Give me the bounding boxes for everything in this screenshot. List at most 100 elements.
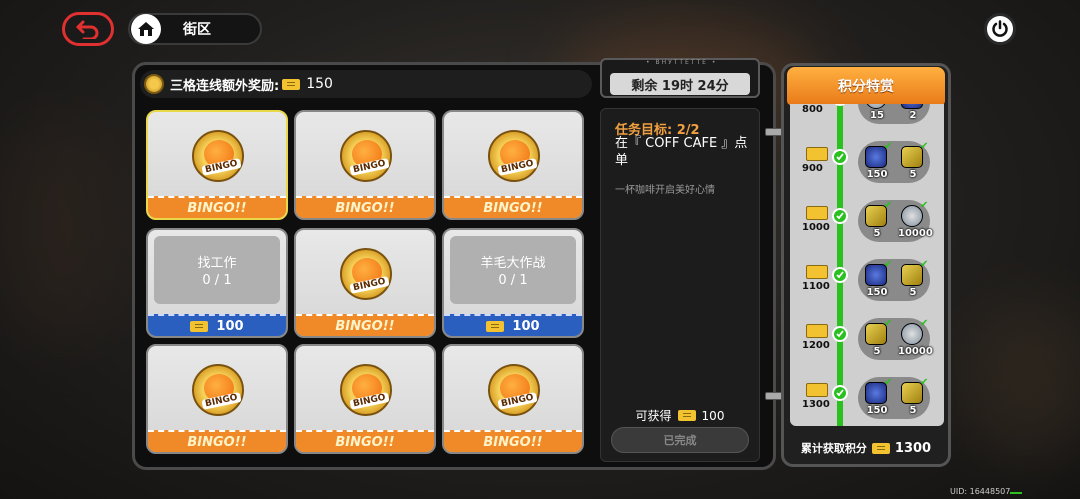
background-glow xyxy=(960,300,1080,460)
background-glow xyxy=(0,120,120,340)
reward-item: ✔ 10000 xyxy=(898,318,933,358)
time-remaining: 剩余 19时 24分 xyxy=(610,73,750,95)
back-button[interactable] xyxy=(62,12,114,46)
claimed-check-icon: ✔ xyxy=(884,259,893,270)
claimed-check-icon: ✔ xyxy=(884,318,893,329)
bingo-label: BINGO!! xyxy=(296,196,434,218)
power-icon xyxy=(992,20,1008,37)
points-reward-title: 积分特赏 xyxy=(787,67,945,105)
claimed-check-icon: ✔ xyxy=(920,200,929,211)
ticket-icon xyxy=(871,442,890,454)
check-icon xyxy=(832,326,848,342)
check-icon xyxy=(832,104,848,106)
total-points-row: 累计获取积分 1300 xyxy=(787,440,945,456)
ticket-icon xyxy=(806,206,828,220)
line-bonus-bar: 三格连线额外奖励: 150 xyxy=(140,70,592,98)
ticket-icon xyxy=(806,383,828,397)
bingo-badge-icon: BINGO xyxy=(340,248,392,300)
bingo-label: BINGO!! xyxy=(296,430,434,452)
bingo-label: BINGO!! xyxy=(148,430,286,452)
reward-items: ✔ 150 ✔ 5 xyxy=(858,141,930,183)
reward-milestone[interactable]: 1200 ✔ 5 ✔ 10000 xyxy=(790,312,944,364)
bingo-cell[interactable]: BINGO BINGO!! xyxy=(442,110,584,220)
reward-item: ✔ 10000 xyxy=(898,200,933,240)
claimed-check-icon: ✔ xyxy=(884,200,893,211)
reward-items: ✔ 5 ✔ 10000 xyxy=(858,318,933,360)
item-count: 5 xyxy=(873,228,881,239)
bingo-cell[interactable]: BINGO BINGO!! xyxy=(146,110,288,220)
reward-milestone[interactable]: 1100 ✔ 150 ✔ 5 xyxy=(790,253,944,305)
signal-icon xyxy=(1010,486,1022,494)
claimed-check-icon: ✔ xyxy=(920,377,929,388)
milestone-points: 1100 xyxy=(802,281,830,292)
bingo-cell[interactable]: BINGO BINGO!! xyxy=(442,344,584,454)
item-count: 150 xyxy=(866,287,888,298)
reward-milestone[interactable]: 900 ✔ 150 ✔ 5 xyxy=(790,135,944,187)
bingo-cell[interactable]: BINGO BINGO!! xyxy=(146,344,288,454)
medal-icon xyxy=(144,74,164,94)
timer-decoration: • ВНУТТЕТТЕ • xyxy=(646,59,718,66)
claimed-check-icon: ✔ xyxy=(920,259,929,270)
bingo-cell[interactable]: BINGO BINGO!! xyxy=(294,228,436,338)
claimed-check-icon: ✔ xyxy=(920,318,929,329)
reward-item: ✔ 150 xyxy=(862,141,892,181)
task-cell-wool-battle[interactable]: 羊毛大作战 0 / 1 100 xyxy=(442,228,584,338)
bingo-badge-icon: BINGO xyxy=(488,364,540,416)
completed-button[interactable]: 已完成 xyxy=(611,427,749,453)
item-count: 10000 xyxy=(898,228,933,239)
line-bonus-value: 150 xyxy=(306,76,333,92)
silver-item-icon xyxy=(865,104,887,109)
item-count: 5 xyxy=(909,405,917,416)
milestone-points: 900 xyxy=(802,163,823,174)
reward-item: ✔ 5 xyxy=(862,200,893,240)
task-reward-value: 100 xyxy=(216,318,244,334)
power-button[interactable] xyxy=(984,13,1016,45)
home-icon[interactable] xyxy=(131,14,161,44)
bingo-badge-icon: BINGO xyxy=(488,130,540,182)
breadcrumb[interactable]: 街区 xyxy=(128,13,262,45)
task-reward-row: 可获得 100 xyxy=(601,407,759,424)
reward-milestone[interactable]: 800 ✔15 ✔2 xyxy=(790,104,944,128)
milestone-points: 800 xyxy=(802,104,823,115)
milestone-points: 1300 xyxy=(802,399,830,410)
check-icon xyxy=(832,385,848,401)
check-icon xyxy=(832,208,848,224)
item-count: 5 xyxy=(873,346,881,357)
reward-item: ✔15 xyxy=(862,104,892,122)
ticket-icon xyxy=(806,147,828,161)
task-cell-find-job[interactable]: 找工作 0 / 1 100 xyxy=(146,228,288,338)
bingo-cell[interactable]: BINGO BINGO!! xyxy=(294,110,436,220)
user-id: UID: 16448507 xyxy=(950,487,1011,496)
reward-item: ✔2 xyxy=(898,104,928,122)
claimed-check-icon: ✔ xyxy=(920,141,929,152)
task-reward: 100 xyxy=(148,314,286,336)
task-name: 找工作 xyxy=(197,256,237,271)
reward-item: ✔ 150 xyxy=(862,377,892,417)
ticket-icon xyxy=(806,265,828,279)
milestone-points: 1000 xyxy=(802,222,830,233)
breadcrumb-location: 街区 xyxy=(183,22,211,38)
reward-milestone[interactable]: 1000 ✔ 5 ✔ 10000 xyxy=(790,194,944,246)
bingo-badge-icon: BINGO xyxy=(340,364,392,416)
task-progress: 0 / 1 xyxy=(202,273,232,288)
reward-track[interactable]: 800✔15✔2900✔150✔51000✔5✔100001100✔150✔51… xyxy=(790,104,944,426)
ticket-icon xyxy=(282,78,301,90)
reward-item: ✔ 5 xyxy=(898,259,929,299)
reward-milestone[interactable]: 1300 ✔ 150 ✔ 5 xyxy=(790,371,944,423)
bingo-grid: BINGO BINGO!! BINGO BINGO!! BINGO BINGO!… xyxy=(146,110,586,454)
ticket-icon xyxy=(486,320,505,332)
task-progress: 0 / 1 xyxy=(498,273,528,288)
reward-item: ✔ 150 xyxy=(862,259,893,299)
bingo-cell[interactable]: BINGO BINGO!! xyxy=(294,344,436,454)
ticket-icon xyxy=(190,320,209,332)
bingo-label: BINGO!! xyxy=(296,314,434,336)
item-count: 5 xyxy=(909,287,917,298)
bingo-badge-icon: BINGO xyxy=(192,130,244,182)
bingo-badge-icon: BINGO xyxy=(192,364,244,416)
total-points-value: 1300 xyxy=(894,440,932,456)
item-count: 2 xyxy=(909,110,917,121)
task-name: 羊毛大作战 xyxy=(480,256,546,271)
milestone-points: 1200 xyxy=(802,340,830,351)
task-reward-value: 100 xyxy=(512,318,540,334)
bingo-label: BINGO!! xyxy=(148,196,286,218)
